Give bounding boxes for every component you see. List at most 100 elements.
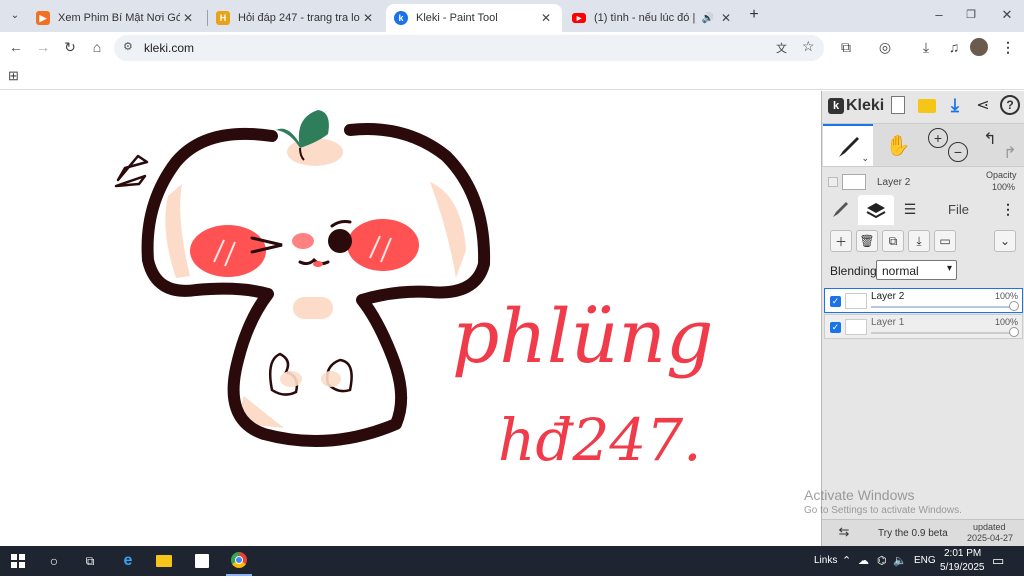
address-bar[interactable]: ⚙ kleki.com 文 ☆: [114, 35, 824, 61]
site-info-icon[interactable]: ⚙: [123, 40, 133, 53]
layer-opacity-slider[interactable]: [871, 332, 1011, 334]
back-button[interactable]: ←: [5, 37, 27, 57]
apps-grid-icon[interactable]: ⊞: [8, 68, 19, 84]
close-icon[interactable]: ✕: [538, 11, 554, 25]
tab-brush-settings[interactable]: [828, 197, 852, 221]
layer-opacity: 100%: [994, 317, 1018, 327]
bookmarks-bar: ⊞: [0, 62, 1024, 90]
close-icon[interactable]: ✕: [718, 11, 734, 25]
blending-select[interactable]: normal ▾: [876, 260, 957, 280]
current-layer-checkbox[interactable]: [828, 177, 838, 187]
tab-hoi-dap[interactable]: H Hỏi đáp 247 - trang tra loi ✕: [208, 4, 384, 32]
handwriting-line-2: hđ247.: [498, 406, 702, 474]
tab-youtube[interactable]: ▶ (1) tình - nếu lúc đó | OFFIC 🔊 ✕: [564, 4, 742, 32]
help-icon[interactable]: ?: [1000, 95, 1020, 115]
layer-row-layer-2[interactable]: ✓ Layer 2 100%: [824, 288, 1023, 313]
undo-icon[interactable]: ↰: [980, 129, 1000, 149]
opacity-value: 100%: [992, 182, 1016, 192]
tab-title: Xem Phim Bí Mật Nơi Góc Tối T: [58, 12, 180, 24]
extensions-icon[interactable]: ⧉: [835, 37, 857, 57]
language-indicator[interactable]: ENG: [914, 546, 936, 576]
slider-handle[interactable]: [1009, 327, 1019, 337]
links-toolbar-label[interactable]: Links: [814, 546, 837, 576]
clock-date[interactable]: 5/19/2025: [940, 553, 985, 583]
network-icon[interactable]: ⌬: [877, 546, 887, 576]
close-icon[interactable]: ✕: [360, 11, 376, 25]
media-control-icon[interactable]: ♫: [943, 37, 965, 57]
restore-button[interactable]: ❐: [956, 4, 986, 26]
window-close-button[interactable]: ✕: [992, 4, 1022, 26]
try-beta-link[interactable]: Try the 0.9 beta: [878, 528, 948, 539]
open-folder-icon[interactable]: [918, 99, 936, 113]
share-icon[interactable]: ⋖: [972, 94, 994, 116]
zoom-in-icon[interactable]: +: [928, 128, 948, 148]
layer-row-layer-1[interactable]: ✓ Layer 1 100%: [824, 314, 1023, 339]
avatar[interactable]: [970, 38, 988, 56]
layer-visibility-checkbox[interactable]: ✓: [830, 322, 841, 333]
tab-file[interactable]: File: [948, 202, 969, 217]
kleki-logo[interactable]: k Kleki: [828, 95, 884, 117]
duplicate-layer-button[interactable]: ⧉: [882, 230, 904, 252]
windows-start-icon[interactable]: [6, 546, 30, 576]
tab-layers[interactable]: [858, 195, 894, 225]
speaker-icon[interactable]: 🔊: [702, 13, 714, 24]
character-outline: [141, 123, 491, 448]
layer-name: Layer 2: [871, 291, 905, 302]
reload-button[interactable]: ↻: [59, 37, 81, 57]
drawing-canvas[interactable]: phlüng hđ247.: [0, 91, 821, 546]
rename-layer-button[interactable]: ▭: [934, 230, 956, 252]
chevron-up-icon[interactable]: ⌃: [842, 546, 851, 576]
slider-handle[interactable]: [1009, 301, 1019, 311]
brush-tool-button[interactable]: ⌄: [823, 124, 873, 166]
new-image-icon[interactable]: [891, 96, 905, 114]
merge-down-button[interactable]: ⤓: [908, 230, 930, 252]
browser-toolbar: ← → ↻ ⌂ ⚙ kleki.com 文 ☆ ⧉ ◎ ⤓ ♫ ⋮: [0, 32, 1024, 62]
delete-layer-button[interactable]: 🗑: [856, 230, 878, 252]
notifications-icon[interactable]: ▭: [992, 546, 1004, 576]
swap-sides-icon[interactable]: ⇆: [834, 523, 854, 541]
new-tab-button[interactable]: +: [745, 5, 763, 25]
layer-opacity: 100%: [994, 291, 1018, 301]
watermark-title: Activate Windows: [804, 487, 915, 503]
tab-search-button[interactable]: ⌄: [6, 7, 24, 25]
cloud-icon[interactable]: ☁: [858, 546, 869, 576]
activate-windows-watermark: Activate Windows Go to Settings to activ…: [804, 487, 962, 516]
bookmark-star-icon[interactable]: ☆: [802, 38, 815, 55]
layer-opacity-slider[interactable]: [871, 306, 1011, 308]
tab-xem-phim[interactable]: ▶ Xem Phim Bí Mật Nơi Góc Tối T ✕: [28, 4, 204, 32]
youtube-logo-icon: ▶: [572, 13, 586, 23]
expand-layers-button[interactable]: ⌄: [994, 230, 1016, 252]
volume-icon[interactable]: 🔈: [893, 546, 907, 576]
layer-thumbnail: [845, 293, 867, 309]
taskbar: ○ ⧉ e Links ⌃ ☁ ⌬ 🔈 ENG 2:01 PM 5/19/202…: [0, 546, 1024, 576]
tab-adjustments[interactable]: ☰: [898, 197, 922, 221]
edge-browser-icon[interactable]: e: [116, 546, 140, 576]
translate-icon[interactable]: 文: [776, 40, 787, 56]
task-view-icon[interactable]: ⧉: [78, 546, 102, 576]
kleki-logo-text: Kleki: [846, 97, 885, 114]
microsoft-store-icon[interactable]: [190, 546, 214, 576]
download-icon[interactable]: ⤓: [915, 37, 937, 57]
layer-name: Layer 1: [871, 317, 905, 328]
browser-tab-strip: ⌄ ▶ Xem Phim Bí Mật Nơi Góc Tối T ✕ H Hỏ…: [0, 0, 1024, 32]
forward-button[interactable]: →: [32, 37, 54, 57]
redo-icon[interactable]: ↱: [1000, 143, 1020, 163]
windows-logo-shape: [11, 554, 25, 568]
menu-icon[interactable]: ⋮: [997, 37, 1019, 57]
lens-icon[interactable]: ◎: [874, 37, 896, 57]
more-options-icon[interactable]: ⋮: [1000, 197, 1016, 221]
close-icon[interactable]: ✕: [180, 11, 196, 25]
search-icon[interactable]: ○: [42, 546, 66, 576]
home-button[interactable]: ⌂: [86, 37, 108, 57]
layer-visibility-checkbox[interactable]: ✓: [830, 296, 841, 307]
minimize-button[interactable]: –: [924, 4, 954, 26]
blending-value: normal: [882, 264, 919, 278]
file-explorer-icon[interactable]: [152, 546, 176, 576]
hand-tool-button[interactable]: ✋: [880, 129, 916, 161]
add-layer-button[interactable]: ＋: [830, 230, 852, 252]
zoom-out-icon[interactable]: −: [948, 142, 968, 162]
watermark-subtitle: Go to Settings to activate Windows.: [804, 505, 962, 516]
tab-kleki[interactable]: k Kleki - Paint Tool ✕: [386, 4, 562, 32]
chrome-taskbar-icon[interactable]: [226, 546, 252, 576]
save-download-icon[interactable]: ⤓: [944, 94, 966, 116]
